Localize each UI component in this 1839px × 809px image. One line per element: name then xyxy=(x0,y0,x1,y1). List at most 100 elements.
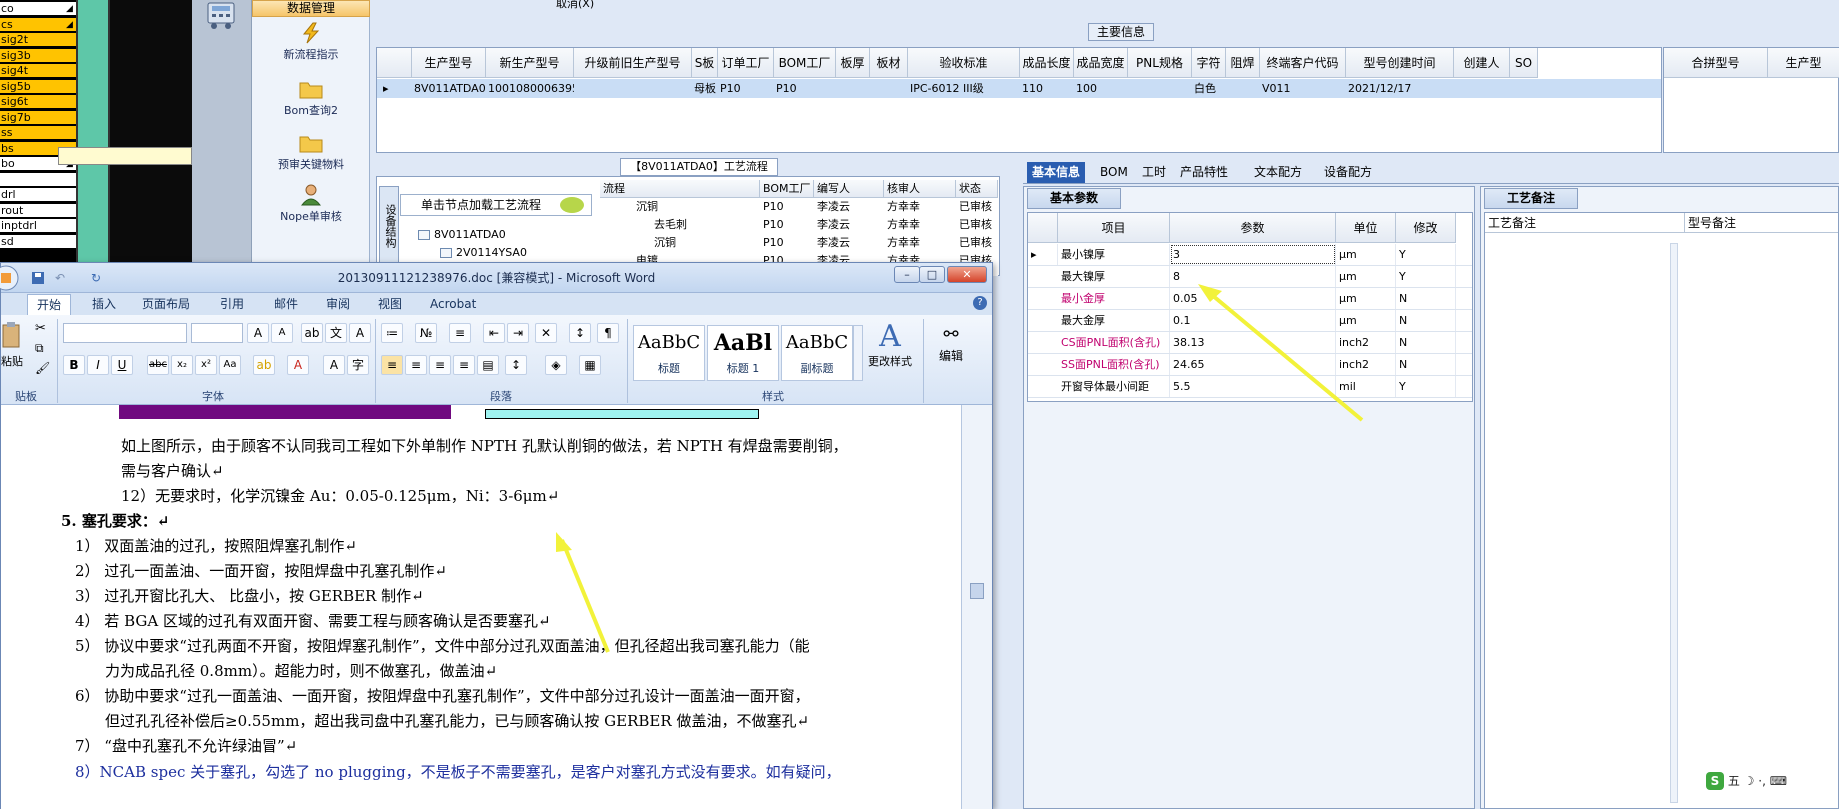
layer-item[interactable]: co xyxy=(0,2,76,16)
nav-item-new-flow[interactable]: 新流程指示 xyxy=(252,22,370,62)
note-scrollbar[interactable] xyxy=(1670,243,1678,803)
table-cell[interactable]: 3 xyxy=(1170,244,1336,265)
layer-item[interactable] xyxy=(0,172,76,187)
editing-button[interactable]: ⚯ 编辑 xyxy=(929,323,973,393)
undo-icon[interactable]: ↶ xyxy=(55,263,65,293)
table-cell[interactable]: 8 xyxy=(1170,266,1336,287)
copy-icon[interactable]: ⧉ xyxy=(35,341,44,356)
tab-item[interactable]: 工时 xyxy=(1137,162,1171,183)
nav-item-nope-review[interactable]: Nope单审核 xyxy=(252,184,370,224)
nav-item-key-material[interactable]: 预审关键物料 xyxy=(252,132,370,172)
minimize-button[interactable]: – xyxy=(894,266,920,283)
table-cell[interactable]: 0.1 xyxy=(1170,310,1336,331)
flow-column-header[interactable]: 核审人 xyxy=(884,180,956,198)
char-shading-button[interactable]: A xyxy=(323,355,345,375)
align-right-button[interactable]: ≡ xyxy=(429,355,451,375)
document-body[interactable]: 如上图所示，由于顾客不认同我司工程如下外单制作 NPTH 孔默认削铜的做法，若 … xyxy=(1,405,961,809)
line-spacing-button[interactable]: ↕ xyxy=(505,355,527,375)
ribbon-tab[interactable]: 视图 xyxy=(369,294,411,315)
char-border-button[interactable]: A xyxy=(349,323,371,343)
cancel-button-partial[interactable]: 取消(X) xyxy=(556,0,594,11)
enclose-char-button[interactable]: 字 xyxy=(347,355,369,375)
table-row[interactable]: 开窗导体最小间距 5.5 mil Y xyxy=(1028,376,1472,398)
layer-item[interactable]: ss xyxy=(0,126,76,140)
multilevel-list-button[interactable]: ≡ xyxy=(449,323,471,343)
main-info-column-header[interactable]: 成品长度 xyxy=(1020,48,1074,78)
table-row[interactable]: SS面PNL面积(含孔) 24.65 inch2 N xyxy=(1028,354,1472,376)
layer-item[interactable]: inptdrl xyxy=(0,219,76,233)
layer-item[interactable]: rout xyxy=(0,203,76,218)
show-marks-button[interactable]: ¶ xyxy=(597,323,619,343)
ribbon-tab[interactable]: 页面布局 xyxy=(133,294,199,315)
ribbon-tab[interactable]: 插入 xyxy=(83,294,125,315)
numbering-button[interactable]: № xyxy=(415,323,437,343)
ribbon-tab[interactable]: 引用 xyxy=(211,294,253,315)
layer-item[interactable]: sd xyxy=(0,234,76,249)
main-info-column-header[interactable]: 板厚 xyxy=(836,48,870,78)
grow-font-button[interactable]: A xyxy=(247,323,269,343)
subscript-button[interactable]: x₂ xyxy=(171,355,193,375)
chinese-layout-button[interactable]: ✕ xyxy=(535,323,557,343)
table-cell[interactable]: 5.5 xyxy=(1170,376,1336,397)
style-heading-1[interactable]: AaBl 标题 1 xyxy=(707,325,779,381)
flow-column-header[interactable]: 编写人 xyxy=(814,180,884,198)
align-center-button[interactable]: ≡ xyxy=(405,355,427,375)
nav-header[interactable]: 数据管理 xyxy=(252,0,370,17)
change-case-button[interactable]: Aa xyxy=(219,355,241,375)
main-info-column-header[interactable]: 板材 xyxy=(870,48,908,78)
main-info-column-header[interactable]: 新生产型号 xyxy=(486,48,574,78)
tab-item[interactable]: 基本信息 xyxy=(1027,162,1086,183)
font-family-select[interactable] xyxy=(63,323,187,343)
sort-button[interactable]: ↕ xyxy=(569,323,591,343)
nav-item-bom-query[interactable]: Bom查询2 xyxy=(252,78,370,118)
close-button[interactable]: ✕ xyxy=(947,266,987,283)
merge-column-header[interactable]: 生产型 xyxy=(1768,48,1839,78)
ribbon-tab[interactable]: 审阅 xyxy=(317,294,359,315)
shrink-font-button[interactable]: A xyxy=(271,323,293,343)
increase-indent-button[interactable]: ⇥ xyxy=(507,323,529,343)
shading-button[interactable]: ◈ xyxy=(545,355,567,375)
layer-item[interactable]: sig5b xyxy=(0,79,76,94)
layer-item[interactable]: sig7b xyxy=(0,110,76,125)
ime-mode[interactable]: 五 xyxy=(1728,774,1740,788)
font-color-button[interactable]: A xyxy=(287,355,309,375)
param-column-header[interactable]: 单位 xyxy=(1336,213,1396,243)
layer-name-input[interactable] xyxy=(58,147,192,165)
phonetic-button[interactable]: 文 xyxy=(325,323,347,343)
table-cell[interactable]: 38.13 xyxy=(1170,332,1336,353)
moon-icon[interactable]: ☽ xyxy=(1744,774,1755,788)
change-styles-button[interactable]: A 更改样式 xyxy=(865,321,915,383)
main-info-column-header[interactable]: 创建人 xyxy=(1454,48,1510,78)
main-info-column-header[interactable]: 验收标准 xyxy=(908,48,1020,78)
vertical-scrollbar[interactable] xyxy=(961,405,992,809)
table-row[interactable]: 最大镍厚 8 μm Y xyxy=(1028,266,1472,288)
main-info-column-header[interactable]: 升级前旧生产型号 xyxy=(574,48,692,78)
justify-button[interactable]: ≡ xyxy=(453,355,475,375)
main-info-column-header[interactable]: 订单工厂 xyxy=(718,48,774,78)
layer-item[interactable]: sig4t xyxy=(0,64,76,78)
layer-item[interactable]: sig2t xyxy=(0,33,76,47)
main-info-column-header[interactable]: 成品宽度 xyxy=(1074,48,1128,78)
process-note-title[interactable]: 工艺备注 xyxy=(1484,188,1578,209)
highlight-button[interactable]: ab xyxy=(253,355,275,375)
decrease-indent-button[interactable]: ⇤ xyxy=(483,323,505,343)
scroll-thumb[interactable] xyxy=(970,583,984,599)
main-info-column-header[interactable]: 阻焊 xyxy=(1226,48,1260,78)
main-info-column-header[interactable]: 字符 xyxy=(1192,48,1226,78)
borders-button[interactable]: ▦ xyxy=(579,355,601,375)
table-cell[interactable]: 24.65 xyxy=(1170,354,1336,375)
save-icon[interactable] xyxy=(31,271,45,285)
main-info-column-header[interactable]: S板 xyxy=(692,48,718,78)
param-column-header[interactable]: 修改 xyxy=(1396,213,1456,243)
superscript-button[interactable]: x² xyxy=(195,355,217,375)
main-info-column-header[interactable]: PNL规格 xyxy=(1128,48,1192,78)
help-icon[interactable]: ? xyxy=(973,296,987,310)
font-size-select[interactable] xyxy=(191,323,243,343)
bold-button[interactable]: B xyxy=(63,355,85,375)
underline-button[interactable]: U xyxy=(111,355,133,375)
layer-item[interactable]: drl xyxy=(0,188,76,202)
distribute-button[interactable]: ▤ xyxy=(477,355,499,375)
flow-column-header[interactable]: 状态 xyxy=(956,180,998,198)
tree-node[interactable]: 2V0114YSA0 xyxy=(440,246,527,259)
clear-format-button[interactable]: ab xyxy=(301,323,323,343)
